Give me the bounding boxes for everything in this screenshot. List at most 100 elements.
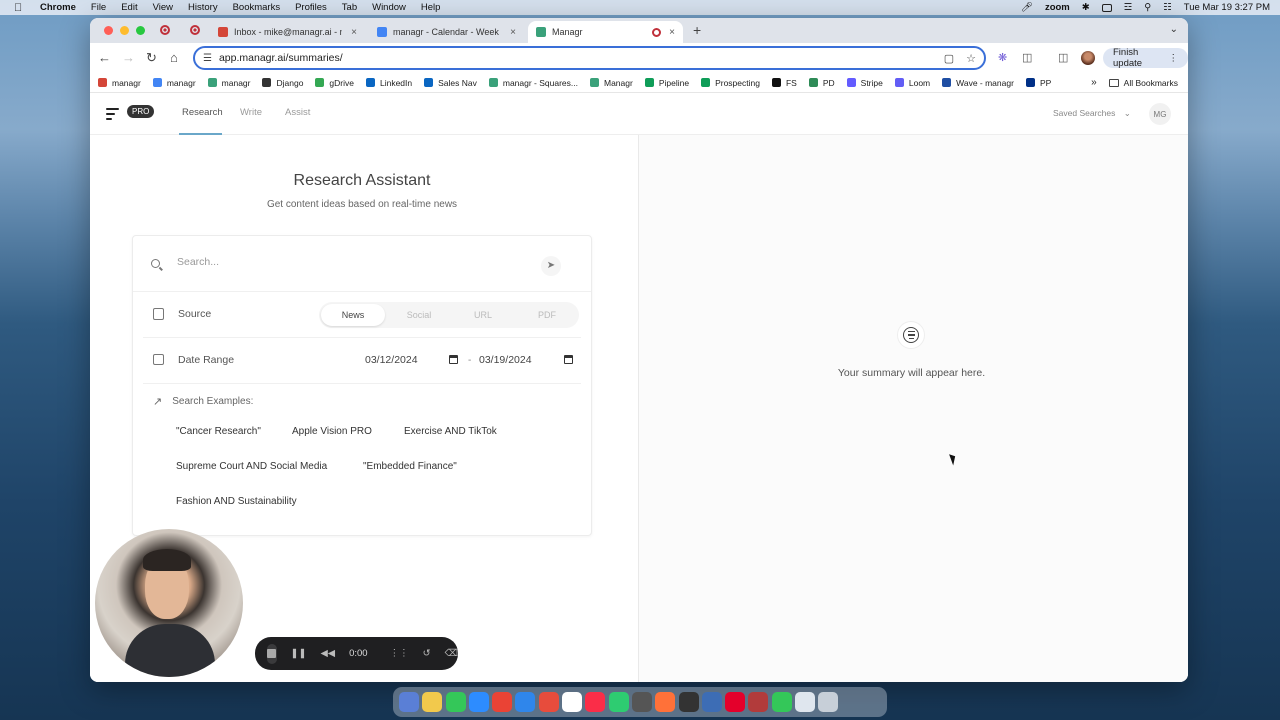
spotlight-icon[interactable]: ⚲ bbox=[1144, 2, 1151, 13]
bookmark-item[interactable]: Prospecting bbox=[701, 78, 760, 88]
tab-gmail[interactable]: Inbox - mike@managr.ai - m × bbox=[210, 21, 365, 43]
menu-profiles[interactable]: Profiles bbox=[295, 2, 327, 13]
bookmark-item[interactable]: FS bbox=[772, 78, 797, 88]
tab-assist[interactable]: Assist bbox=[285, 107, 310, 118]
example-chip[interactable]: "Embedded Finance" bbox=[363, 457, 457, 476]
dock-app-icon[interactable] bbox=[632, 692, 652, 712]
menu-bookmarks[interactable]: Bookmarks bbox=[233, 2, 281, 13]
bookmark-item[interactable]: gDrive bbox=[315, 78, 354, 88]
dock-app-icon[interactable] bbox=[539, 692, 559, 712]
example-chip[interactable]: "Cancer Research" bbox=[176, 422, 261, 441]
control-center-icon[interactable]: ☷ bbox=[1163, 2, 1172, 13]
zoom-status[interactable]: zoom bbox=[1045, 2, 1070, 13]
bookmark-item[interactable]: managr bbox=[98, 78, 141, 88]
webcam-bubble[interactable] bbox=[95, 529, 243, 677]
drag-handle-icon[interactable]: ⋮⋮ bbox=[390, 648, 409, 659]
tab-calendar[interactable]: managr - Calendar - Week of × bbox=[369, 21, 524, 43]
bookmark-item[interactable]: Wave - managr bbox=[942, 78, 1014, 88]
bookmark-item[interactable]: Sales Nav bbox=[424, 78, 477, 88]
tab-search-chevron-icon[interactable]: ⌄ bbox=[1170, 24, 1178, 35]
forward-button[interactable]: → bbox=[122, 50, 135, 65]
menu-tab[interactable]: Tab bbox=[342, 2, 357, 13]
stop-recording-button[interactable] bbox=[267, 644, 277, 664]
extensions-puzzle-icon[interactable]: ◫ bbox=[1022, 51, 1032, 64]
close-window-button[interactable] bbox=[104, 26, 113, 35]
dock-app-icon[interactable] bbox=[702, 692, 722, 712]
more-bookmarks-icon[interactable]: » bbox=[1091, 77, 1097, 88]
date-from-input[interactable]: 03/12/2024 bbox=[365, 354, 418, 366]
menu-app-name[interactable]: Chrome bbox=[40, 2, 76, 13]
example-chip[interactable]: Exercise AND TikTok bbox=[404, 422, 497, 441]
menu-help[interactable]: Help bbox=[421, 2, 441, 13]
bookmark-item[interactable]: Django bbox=[262, 78, 303, 88]
source-option-url[interactable]: URL bbox=[451, 302, 515, 328]
dock-app-icon[interactable] bbox=[492, 692, 512, 712]
camera-icon[interactable]: ▢ bbox=[944, 52, 954, 65]
dock-app-icon[interactable] bbox=[609, 692, 629, 712]
dock-app-icon[interactable] bbox=[446, 692, 466, 712]
tab-research[interactable]: Research bbox=[182, 107, 223, 118]
bookmark-item[interactable]: LinkedIn bbox=[366, 78, 412, 88]
source-option-pdf[interactable]: PDF bbox=[515, 302, 579, 328]
bookmark-item[interactable]: managr bbox=[153, 78, 196, 88]
wifi-icon[interactable]: ☲ bbox=[1124, 2, 1133, 13]
date-to-input[interactable]: 03/19/2024 bbox=[479, 354, 532, 366]
dock-app-icon[interactable] bbox=[772, 692, 792, 712]
close-tab-icon[interactable]: × bbox=[351, 27, 357, 38]
example-chip[interactable]: Supreme Court AND Social Media bbox=[176, 457, 327, 476]
dock-app-icon[interactable] bbox=[422, 692, 442, 712]
trash-icon[interactable]: ⌫ bbox=[445, 648, 458, 659]
recording-tab-icon[interactable] bbox=[190, 25, 200, 35]
date-from-calendar-icon[interactable] bbox=[449, 355, 458, 364]
bookmark-item[interactable]: Managr bbox=[590, 78, 633, 88]
bookmark-item[interactable]: PD bbox=[809, 78, 835, 88]
dock-app-icon[interactable] bbox=[469, 692, 489, 712]
bookmark-item[interactable]: managr bbox=[208, 78, 251, 88]
finish-update-button[interactable]: Finish update ⋮ bbox=[1103, 48, 1188, 68]
apple-icon[interactable]:  bbox=[14, 2, 24, 14]
example-chip[interactable]: Fashion AND Sustainability bbox=[176, 492, 297, 511]
menu-icon[interactable] bbox=[106, 108, 119, 123]
tab-write[interactable]: Write bbox=[240, 107, 262, 118]
address-bar[interactable]: ☰ app.managr.ai/summaries/ ▢ ☆ bbox=[193, 46, 986, 70]
dock-app-icon[interactable] bbox=[725, 692, 745, 712]
example-chip[interactable]: Apple Vision PRO bbox=[292, 422, 372, 441]
menu-history[interactable]: History bbox=[188, 2, 218, 13]
close-tab-icon[interactable]: × bbox=[510, 27, 516, 38]
dock-app-icon[interactable] bbox=[679, 692, 699, 712]
url-text[interactable]: app.managr.ai/summaries/ bbox=[219, 52, 343, 64]
dock-app-icon[interactable] bbox=[748, 692, 768, 712]
menu-file[interactable]: File bbox=[91, 2, 106, 13]
home-button[interactable]: ⌂ bbox=[170, 50, 178, 65]
dock-app-icon[interactable] bbox=[515, 692, 535, 712]
back-button[interactable]: ← bbox=[98, 50, 111, 65]
pause-icon[interactable]: ❚❚ bbox=[291, 648, 307, 659]
bookmark-item[interactable]: Pipeline bbox=[645, 78, 689, 88]
user-avatar[interactable]: MG bbox=[1149, 103, 1171, 125]
dock-app-icon[interactable] bbox=[562, 692, 582, 712]
all-bookmarks[interactable]: All Bookmarks bbox=[1109, 78, 1178, 88]
rewind-icon[interactable]: ◀◀ bbox=[320, 648, 335, 659]
dock-app-icon[interactable] bbox=[585, 692, 605, 712]
bookmark-item[interactable]: Stripe bbox=[847, 78, 883, 88]
dock-app-icon[interactable] bbox=[399, 692, 419, 712]
microphone-icon[interactable]: 🎤︎ bbox=[1021, 2, 1033, 13]
bookmark-item[interactable]: managr - Squares... bbox=[489, 78, 578, 88]
restart-icon[interactable]: ↺ bbox=[423, 648, 431, 659]
bookmark-star-icon[interactable]: ☆ bbox=[966, 52, 976, 65]
profile-avatar[interactable] bbox=[1081, 51, 1095, 65]
minimize-window-button[interactable] bbox=[120, 26, 129, 35]
tab-managr[interactable]: Managr × bbox=[528, 21, 683, 43]
menu-view[interactable]: View bbox=[153, 2, 173, 13]
menu-edit[interactable]: Edit bbox=[121, 2, 137, 13]
extension-icon[interactable]: ❋ bbox=[998, 51, 1007, 64]
side-panel-icon[interactable]: ◫ bbox=[1058, 51, 1068, 64]
dock-app-icon[interactable] bbox=[655, 692, 675, 712]
date-to-calendar-icon[interactable] bbox=[564, 355, 573, 364]
recording-tab-icon[interactable] bbox=[160, 25, 170, 35]
send-icon[interactable]: ➤ bbox=[541, 256, 561, 276]
search-input[interactable] bbox=[177, 256, 517, 268]
dock-app-icon[interactable] bbox=[795, 692, 815, 712]
source-option-news[interactable]: News bbox=[321, 304, 385, 326]
dock-app-icon[interactable] bbox=[818, 692, 838, 712]
